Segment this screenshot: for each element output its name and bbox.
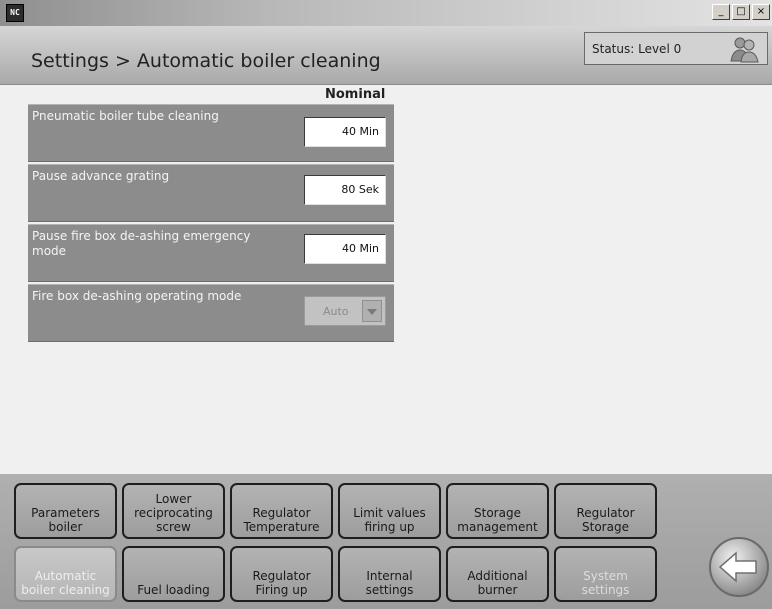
param-row-pause-advance-grating: Pause advance grating 80 Sek <box>28 164 394 222</box>
app-icon: NC <box>6 4 24 22</box>
back-arrow-icon[interactable] <box>708 536 770 598</box>
value-input[interactable]: 80 Sek <box>304 175 386 205</box>
nav-regulator-storage[interactable]: Regulator Storage <box>554 483 657 539</box>
nav-internal-settings[interactable]: Internal settings <box>338 546 441 602</box>
nav-additional-burner[interactable]: Additional burner <box>446 546 549 602</box>
window-controls: _ □ × <box>712 4 770 20</box>
close-button[interactable]: × <box>752 4 770 20</box>
value-input[interactable]: 40 Min <box>304 117 386 147</box>
nav-lower-reciprocating-screw[interactable]: Lower reciprocating screw <box>122 483 225 539</box>
param-row-pneumatic-tube-cleaning: Pneumatic boiler tube cleaning 40 Min <box>28 104 394 162</box>
nav-fuel-loading[interactable]: Fuel loading <box>122 546 225 602</box>
nav-label: Fuel loading <box>137 583 210 597</box>
param-label: Pause advance grating <box>32 169 170 183</box>
nav-storage-management[interactable]: Storage management <box>446 483 549 539</box>
minimize-button[interactable]: _ <box>712 4 730 20</box>
nav-regulator-temperature[interactable]: Regulator Temperature <box>230 483 333 539</box>
nav-label: Storage management <box>457 506 538 534</box>
nav-regulator-firing-up[interactable]: Regulator Firing up <box>230 546 333 602</box>
nav-automatic-boiler-cleaning[interactable]: Automatic boiler cleaning <box>14 546 117 602</box>
value-input[interactable]: 40 Min <box>304 234 386 264</box>
nominal-column-header: Nominal <box>325 87 386 102</box>
dropdown-value: Auto <box>323 305 349 318</box>
nav-label: Limit values firing up <box>353 506 426 534</box>
page-header: Settings > Automatic boiler cleaning Sta… <box>0 26 772 85</box>
nav-label: Lower reciprocating screw <box>134 492 213 534</box>
param-row-fire-box-operating-mode: Fire box de-ashing operating mode Auto <box>28 284 394 342</box>
users-icon <box>730 37 759 63</box>
param-label: Fire box de-ashing operating mode <box>32 289 242 303</box>
param-row-pause-fire-box-emergency: Pause fire box de-ashing emergency mode … <box>28 224 394 282</box>
status-panel[interactable]: Status: Level 0 <box>584 32 768 65</box>
nav-label: Parameters boiler <box>31 506 100 534</box>
maximize-button[interactable]: □ <box>732 4 750 20</box>
param-label: Pause fire box de-ashing emergency mode <box>32 229 251 258</box>
breadcrumb: Settings > Automatic boiler cleaning <box>31 50 381 72</box>
window-title-bar: NC _ □ × <box>0 0 772 26</box>
nav-label: Regulator Firing up <box>252 569 311 597</box>
operating-mode-dropdown: Auto <box>304 296 386 326</box>
nav-parameters-boiler[interactable]: Parameters boiler <box>14 483 117 539</box>
param-label: Pneumatic boiler tube cleaning <box>32 109 219 123</box>
nav-system-settings[interactable]: System settings <box>554 546 657 602</box>
chevron-down-icon <box>362 300 382 322</box>
nav-label: Internal settings <box>365 569 414 597</box>
nav-label: Regulator Storage <box>576 506 635 534</box>
nav-label: Automatic boiler cleaning <box>21 569 110 597</box>
nav-label: System settings <box>581 569 630 597</box>
nav-limit-values-firing-up[interactable]: Limit values firing up <box>338 483 441 539</box>
nav-label: Regulator Temperature <box>243 506 320 534</box>
status-label: Status: Level 0 <box>592 42 682 56</box>
nav-label: Additional burner <box>467 569 528 597</box>
